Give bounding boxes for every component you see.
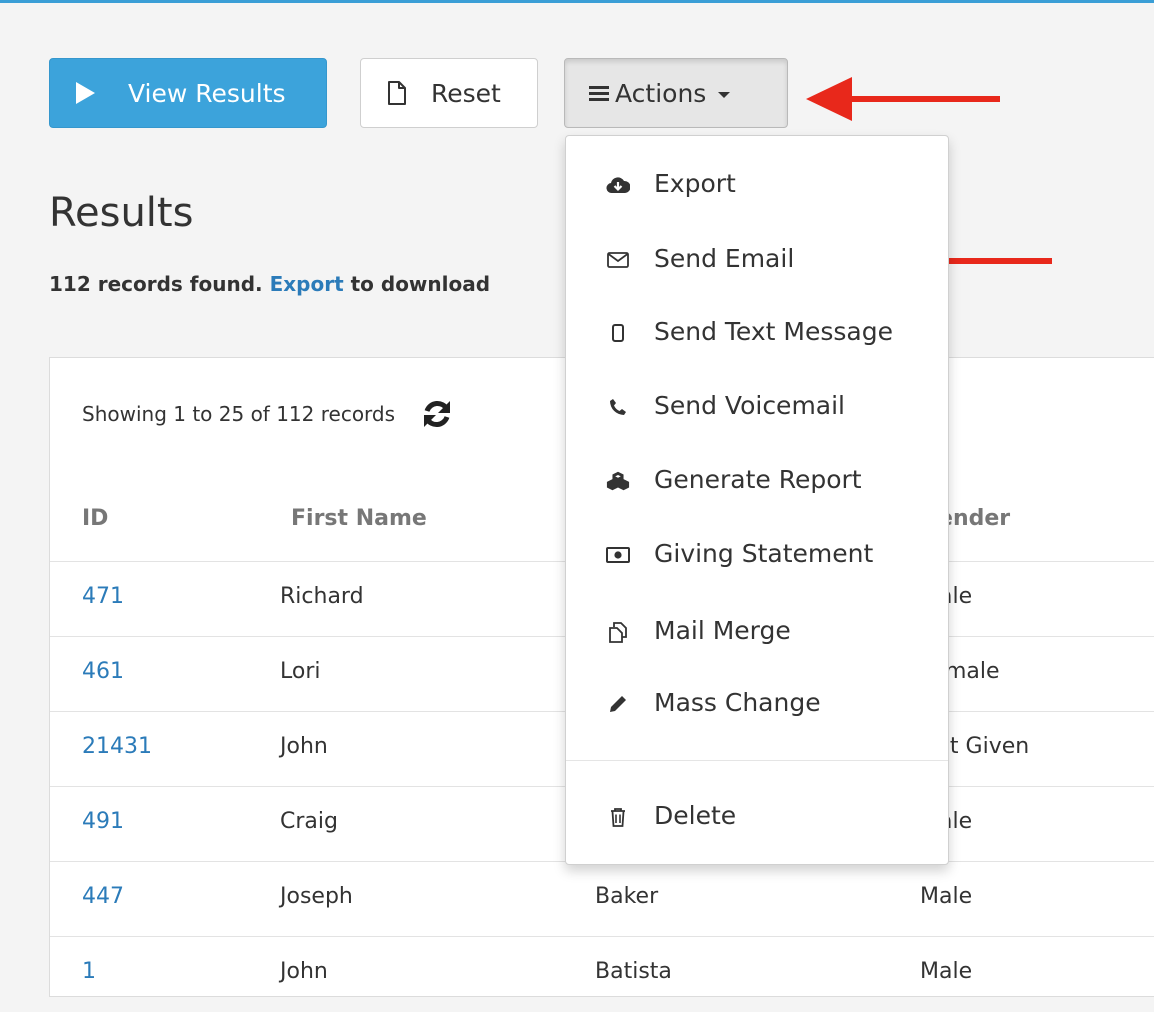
mobile-phone-icon: [606, 322, 630, 344]
row-id-link[interactable]: 471: [82, 584, 124, 609]
menu-item-generate-report[interactable]: Generate Report: [566, 461, 948, 501]
money-icon: [606, 544, 630, 566]
row-first-name: John: [280, 734, 328, 759]
menu-item-send-email[interactable]: Send Email: [566, 240, 948, 280]
menu-item-label: Mail Merge: [654, 616, 791, 645]
results-title: Results: [49, 190, 194, 236]
showing-records: Showing 1 to 25 of 112 records: [82, 398, 453, 430]
showing-records-text: Showing 1 to 25 of 112 records: [82, 402, 396, 426]
export-link[interactable]: Export: [270, 272, 344, 296]
menu-item-delete[interactable]: Delete: [566, 797, 948, 837]
column-header-first-name[interactable]: First Name: [291, 506, 427, 531]
view-results-button[interactable]: View Results: [49, 58, 327, 128]
view-results-label: View Results: [128, 78, 286, 108]
cubes-icon: [606, 470, 630, 492]
phone-icon: [606, 396, 630, 418]
row-id-link[interactable]: 461: [82, 659, 124, 684]
envelope-icon: [606, 249, 630, 271]
table-row[interactable]: 1 John Batista Male: [50, 936, 1154, 1012]
actions-label: Actions: [615, 78, 707, 108]
menu-item-send-voicemail[interactable]: Send Voicemail: [566, 387, 948, 427]
reset-button[interactable]: Reset: [360, 58, 538, 128]
results-summary: 112 records found. Export to download: [49, 272, 569, 296]
row-gender: Male: [920, 884, 973, 909]
row-last-name: Batista: [595, 959, 672, 984]
trash-icon: [606, 806, 630, 828]
column-header-id[interactable]: ID: [82, 506, 108, 531]
row-first-name: John: [280, 959, 328, 984]
copy-icon: [606, 621, 630, 643]
row-first-name: Lori: [280, 659, 321, 684]
menu-item-label: Generate Report: [654, 465, 862, 494]
menu-item-label: Send Voicemail: [654, 391, 846, 420]
menu-item-label: Send Email: [654, 244, 795, 273]
row-id-link[interactable]: 21431: [82, 734, 152, 759]
download-text: to download: [350, 272, 491, 296]
menu-item-label: Export: [654, 169, 736, 198]
menu-item-label: Giving Statement: [654, 539, 874, 568]
top-border: [0, 0, 1154, 3]
reset-label: Reset: [431, 78, 501, 108]
menu-item-label: Send Text Message: [654, 317, 893, 346]
menu-item-mass-change[interactable]: Mass Change: [566, 684, 948, 724]
table-row[interactable]: 447 Joseph Baker Male: [50, 861, 1154, 937]
menu-item-send-text-message[interactable]: Send Text Message: [566, 313, 948, 353]
file-icon: [388, 81, 406, 105]
pencil-icon: [606, 693, 630, 715]
row-first-name: Richard: [280, 584, 364, 609]
row-id-link[interactable]: 447: [82, 884, 124, 909]
row-id-link[interactable]: 1: [82, 959, 96, 984]
annotation-arrow-actions: [806, 77, 1000, 121]
actions-button[interactable]: Actions: [564, 58, 788, 128]
menu-item-label: Mass Change: [654, 688, 821, 717]
cloud-download-icon: [606, 174, 630, 196]
row-id-link[interactable]: 491: [82, 809, 124, 834]
refresh-icon[interactable]: [421, 398, 453, 430]
menu-item-export[interactable]: Export: [566, 165, 948, 205]
menu-divider: [566, 760, 948, 761]
play-icon: [76, 82, 95, 104]
row-first-name: Craig: [280, 809, 338, 834]
menu-item-giving-statement[interactable]: Giving Statement: [566, 535, 948, 575]
menu-item-label: Delete: [654, 801, 737, 830]
row-last-name: Baker: [595, 884, 659, 909]
records-found-text: 112 records found.: [49, 272, 263, 296]
actions-dropdown-menu: Export Send Email Send Text Message Send…: [565, 135, 949, 865]
row-first-name: Joseph: [280, 884, 353, 909]
row-gender: Male: [920, 959, 973, 984]
caret-down-icon: [718, 92, 731, 98]
bars-icon: [589, 86, 609, 101]
menu-item-mail-merge[interactable]: Mail Merge: [566, 612, 948, 652]
